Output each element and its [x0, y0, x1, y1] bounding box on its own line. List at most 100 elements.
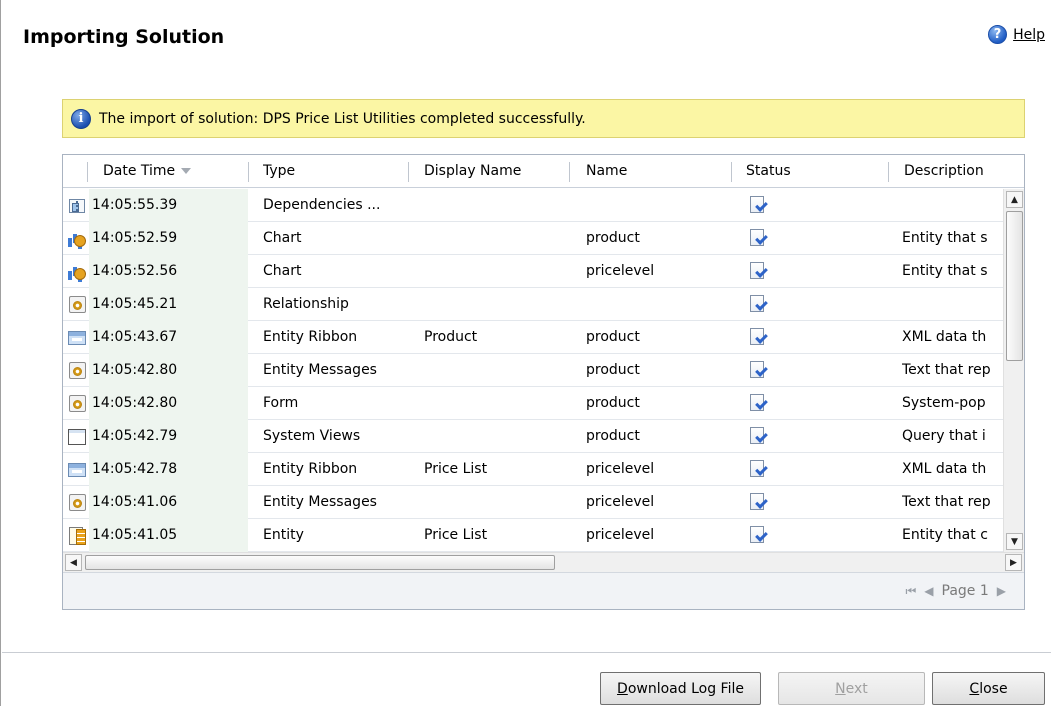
- cell-name: product: [586, 362, 640, 378]
- cell-description: Query that i: [902, 428, 986, 444]
- close-accesskey[interactable]: C: [969, 681, 979, 697]
- success-icon: [749, 427, 767, 446]
- cell-description: XML data th: [902, 461, 987, 477]
- cell-display-name: Price List: [424, 527, 488, 543]
- scroll-right-arrow-icon[interactable]: ▶: [1005, 554, 1022, 571]
- vertical-scroll-thumb[interactable]: [1006, 211, 1023, 361]
- cell-display-name: Price List: [424, 461, 488, 477]
- cell-description: System-pop: [902, 395, 986, 411]
- help-icon[interactable]: ?: [988, 25, 1008, 44]
- close-button[interactable]: Close: [932, 672, 1045, 705]
- next-button[interactable]: Next: [778, 672, 925, 705]
- success-icon: [749, 361, 767, 380]
- notice-text: The import of solution: DPS Price List U…: [99, 110, 586, 127]
- column-label[interactable]: Date Time: [103, 163, 175, 179]
- cell-type: Entity Messages: [263, 494, 377, 510]
- cell-type: Entity Ribbon: [263, 329, 358, 345]
- cell-date-time: 14:05:41.05: [89, 519, 248, 552]
- page-indicator: Page 1: [941, 583, 989, 599]
- table-row[interactable]: 14:05:42.80 Form product System-pop: [63, 387, 1003, 420]
- column-header-date-time[interactable]: Date Time: [103, 155, 253, 188]
- table-row[interactable]: 14:05:41.05 Entity Price List pricelevel Ent…: [63, 519, 1003, 552]
- cell-display-name: [424, 486, 574, 519]
- cell-date-time: 14:05:42.80: [89, 387, 248, 420]
- next-label[interactable]: ext: [846, 681, 868, 697]
- previous-page-icon[interactable]: ◀: [924, 584, 933, 598]
- cell-name: product: [586, 329, 640, 345]
- cell-display-name: [424, 255, 574, 288]
- ribbon-icon: [68, 330, 86, 345]
- table-row[interactable]: 14:05:42.79 System Views product Query that…: [63, 420, 1003, 453]
- cell-description: [902, 288, 1003, 321]
- cell-display-name: [424, 420, 574, 453]
- column-separator[interactable]: [408, 162, 409, 182]
- cell-display-name: [424, 288, 574, 321]
- cell-type: Relationship: [263, 296, 349, 312]
- cell-description: XML data th: [902, 329, 987, 345]
- grid-pager: ⏮ ◀ Page 1 ▶: [63, 572, 1024, 609]
- cell-type: Dependencies ...: [263, 197, 381, 213]
- first-page-icon[interactable]: ⏮: [905, 584, 916, 599]
- cell-display-name: [424, 222, 574, 255]
- download-log-file-button[interactable]: Download Log File: [600, 672, 761, 705]
- column-header-type[interactable]: Type: [263, 155, 403, 188]
- success-icon: [749, 460, 767, 479]
- table-row[interactable]: 14:05:55.39 Dependencies ...: [63, 189, 1003, 222]
- cell-name: product: [586, 395, 640, 411]
- cell-description: Entity that s: [902, 263, 988, 279]
- table-row[interactable]: 14:05:52.59 Chart product Entity that s: [63, 222, 1003, 255]
- download-accesskey[interactable]: D: [617, 681, 628, 697]
- ribbon-icon: [68, 462, 86, 477]
- scroll-down-arrow-icon[interactable]: ▼: [1006, 533, 1023, 550]
- gear-icon: [68, 395, 86, 412]
- cell-date-time: 14:05:52.56: [89, 255, 248, 288]
- table-row[interactable]: 14:05:45.21 Relationship: [63, 288, 1003, 321]
- column-separator[interactable]: [731, 162, 732, 182]
- cell-date-time: 14:05:55.39: [89, 189, 248, 222]
- horizontal-scroll-thumb[interactable]: [85, 555, 555, 570]
- cell-type: Entity Ribbon: [263, 461, 358, 477]
- help-label[interactable]: Help: [1013, 27, 1045, 43]
- column-separator[interactable]: [888, 162, 889, 182]
- success-icon: [749, 196, 767, 215]
- cell-name: product: [586, 428, 640, 444]
- scroll-up-arrow-icon[interactable]: ▲: [1006, 191, 1023, 208]
- cell-date-time: 14:05:45.21: [89, 288, 248, 321]
- cell-date-time: 14:05:42.80: [89, 354, 248, 387]
- cell-description: Text that rep: [902, 362, 991, 378]
- cell-display-name: Product: [424, 329, 478, 345]
- column-header-name[interactable]: Name: [586, 155, 726, 188]
- cell-date-time: 14:05:42.79: [89, 420, 248, 453]
- cell-type: Form: [263, 395, 299, 411]
- table-row[interactable]: 14:05:43.67 Entity Ribbon Product product XM…: [63, 321, 1003, 354]
- column-header-status[interactable]: Status: [746, 155, 886, 188]
- table-row[interactable]: 14:05:42.78 Entity Ribbon Price List pricel…: [63, 453, 1003, 486]
- cell-date-time: 14:05:41.06: [89, 486, 248, 519]
- help-link[interactable]: ? Help: [988, 25, 1045, 44]
- table-row[interactable]: 14:05:41.06 Entity Messages pricelevel Text…: [63, 486, 1003, 519]
- table-row[interactable]: 14:05:52.56 Chart pricelevel Entity that s: [63, 255, 1003, 288]
- column-separator[interactable]: [569, 162, 570, 182]
- cell-display-name: [424, 387, 574, 420]
- info-icon: i: [71, 108, 91, 129]
- gear-icon: [68, 494, 86, 511]
- footer-divider: [2, 652, 1051, 653]
- entity-icon: [68, 526, 86, 545]
- column-separator[interactable]: [248, 162, 249, 182]
- download-label[interactable]: ownload Log File: [628, 681, 744, 697]
- table-row[interactable]: 14:05:42.80 Entity Messages product Text th…: [63, 354, 1003, 387]
- next-accesskey[interactable]: N: [835, 681, 845, 697]
- vertical-scrollbar[interactable]: ▲ ▼: [1003, 189, 1024, 552]
- column-header-description[interactable]: Description: [904, 155, 1022, 188]
- cell-name: product: [586, 230, 640, 246]
- horizontal-scrollbar[interactable]: ◀ ▶: [63, 552, 1024, 572]
- cell-date-time: 14:05:42.78: [89, 453, 248, 486]
- scroll-left-arrow-icon[interactable]: ◀: [65, 554, 82, 571]
- success-notice: i The import of solution: DPS Price List…: [62, 99, 1025, 138]
- next-page-icon[interactable]: ▶: [997, 584, 1006, 598]
- grid-header: Date Time Type Display Name Name Status …: [63, 155, 1024, 188]
- column-header-display-name[interactable]: Display Name: [424, 155, 564, 188]
- import-log-grid: Date Time Type Display Name Name Status …: [62, 154, 1025, 610]
- views-icon: [68, 428, 86, 445]
- close-label[interactable]: lose: [979, 681, 1007, 697]
